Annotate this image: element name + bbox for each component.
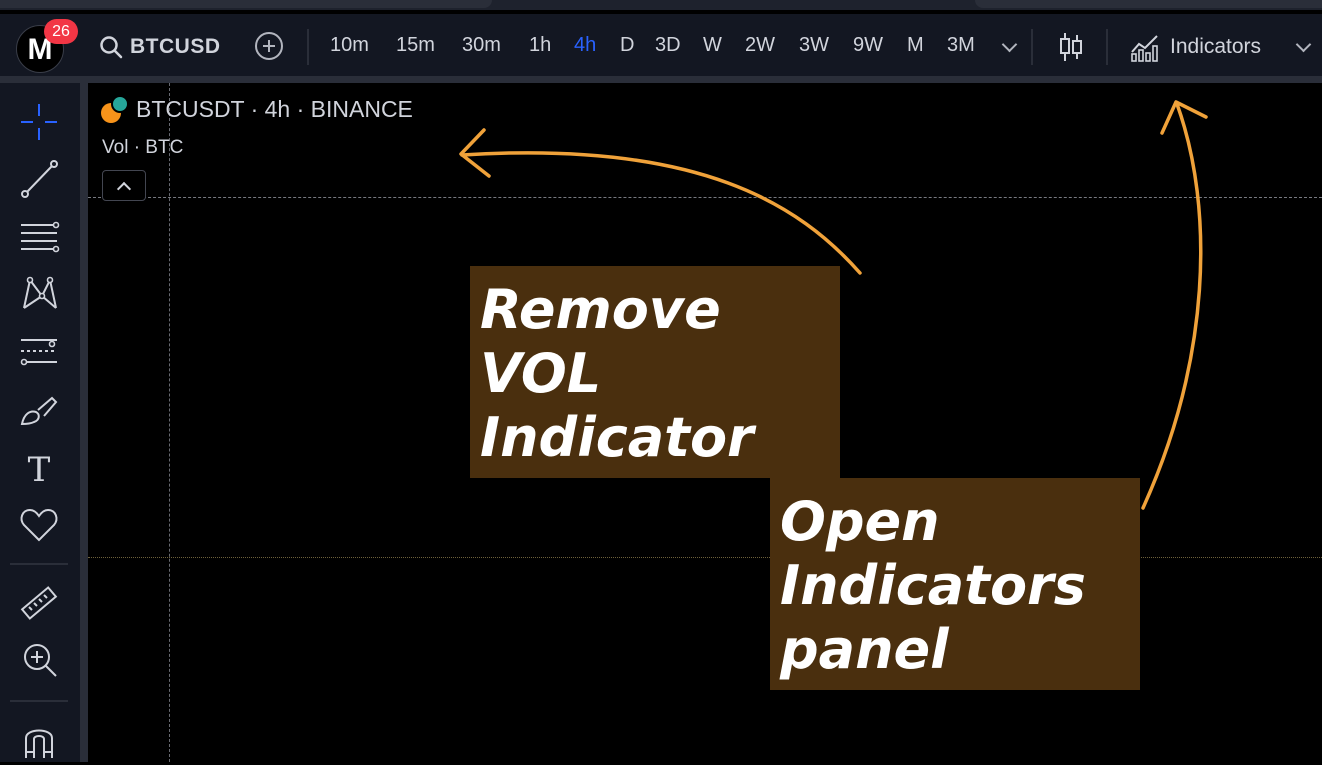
text-icon: T — [28, 450, 51, 490]
interval-4h[interactable]: 4h — [574, 34, 596, 57]
interval-2w[interactable]: 2W — [745, 34, 775, 57]
forecast-tool[interactable] — [18, 330, 60, 372]
interval-w[interactable]: W — [703, 34, 722, 57]
compare-symbol-button[interactable] — [255, 32, 283, 60]
zoom-in-tool[interactable] — [18, 638, 60, 680]
toolbar-separator — [1106, 29, 1108, 65]
favorites-tool[interactable] — [18, 504, 60, 546]
pattern-icon — [23, 276, 57, 309]
toolbar-separator — [307, 29, 309, 65]
interval-3m[interactable]: 3M — [947, 34, 975, 57]
text-tool[interactable]: T — [18, 446, 60, 490]
fib-tool[interactable] — [18, 215, 60, 257]
interval-d[interactable]: D — [620, 34, 634, 57]
indicators-icon — [1131, 35, 1158, 62]
notification-badge: 26 — [44, 19, 78, 44]
interval-30m[interactable]: 30m — [462, 34, 501, 57]
crosshair-icon — [21, 104, 57, 140]
fib-lines-icon — [21, 221, 60, 253]
magnet-icon — [25, 729, 53, 758]
browser-tab[interactable] — [0, 0, 492, 8]
interval-9w[interactable]: 9W — [853, 34, 883, 57]
annotation-line: VOL — [480, 342, 602, 405]
toolbar-divider — [0, 76, 1322, 83]
indicators-label: Indicators — [1170, 35, 1262, 58]
text-tool-glyph: T — [28, 450, 51, 488]
symbol-search[interactable]: BTCUSD — [98, 33, 221, 61]
measure-tool[interactable] — [18, 582, 60, 624]
toolbar-separator — [1031, 29, 1033, 65]
toolbar-divider — [80, 83, 88, 762]
annotation-line: Indicators — [780, 554, 1086, 617]
annotation-remove-vol: Remove VOL Indicator — [470, 266, 840, 478]
volume-legend[interactable]: Vol · BTC — [102, 137, 183, 159]
annotation-line: Open — [780, 490, 940, 553]
annotation-line: Indicator — [480, 406, 754, 469]
annotation-line: panel — [780, 618, 949, 681]
trend-line-tool[interactable] — [18, 158, 60, 200]
crosshair-vertical-line — [169, 83, 170, 762]
collapse-legend-button[interactable] — [102, 170, 146, 201]
toolbar-separator — [10, 700, 68, 702]
ruler-icon — [20, 586, 58, 620]
interval-3w[interactable]: 3W — [799, 34, 829, 57]
crosshair-tool[interactable] — [18, 101, 60, 143]
brush-tool[interactable] — [18, 388, 60, 430]
candles-icon[interactable] — [1058, 31, 1084, 63]
interval-1h[interactable]: 1h — [529, 34, 551, 57]
brush-icon — [20, 396, 58, 426]
magnet-tool[interactable] — [18, 718, 60, 760]
interval-10m[interactable]: 10m — [330, 34, 369, 57]
chart-title[interactable]: BTCUSDT · 4h · BINANCE — [136, 96, 413, 123]
browser-tab[interactable] — [975, 0, 1322, 8]
indicators-button[interactable]: Indicators — [1130, 30, 1261, 64]
annotation-open-indicators: Open Indicators panel — [770, 478, 1140, 690]
symbol-label: BTCUSD — [130, 35, 221, 58]
browser-tab-strip — [0, 0, 1322, 10]
trend-line-icon — [21, 160, 58, 198]
pattern-tool[interactable] — [18, 272, 60, 314]
tether-icon — [111, 95, 129, 113]
crosshair-horizontal-line — [88, 197, 1322, 198]
heart-icon — [20, 508, 58, 542]
interval-15m[interactable]: 15m — [396, 34, 435, 57]
toolbar-separator — [10, 563, 68, 565]
search-icon — [100, 36, 123, 59]
zoom-in-icon — [24, 644, 57, 677]
interval-3d[interactable]: 3D — [655, 34, 681, 57]
forecast-icon — [20, 339, 57, 366]
interval-m[interactable]: M — [907, 34, 924, 57]
annotation-line: Remove — [480, 278, 721, 341]
